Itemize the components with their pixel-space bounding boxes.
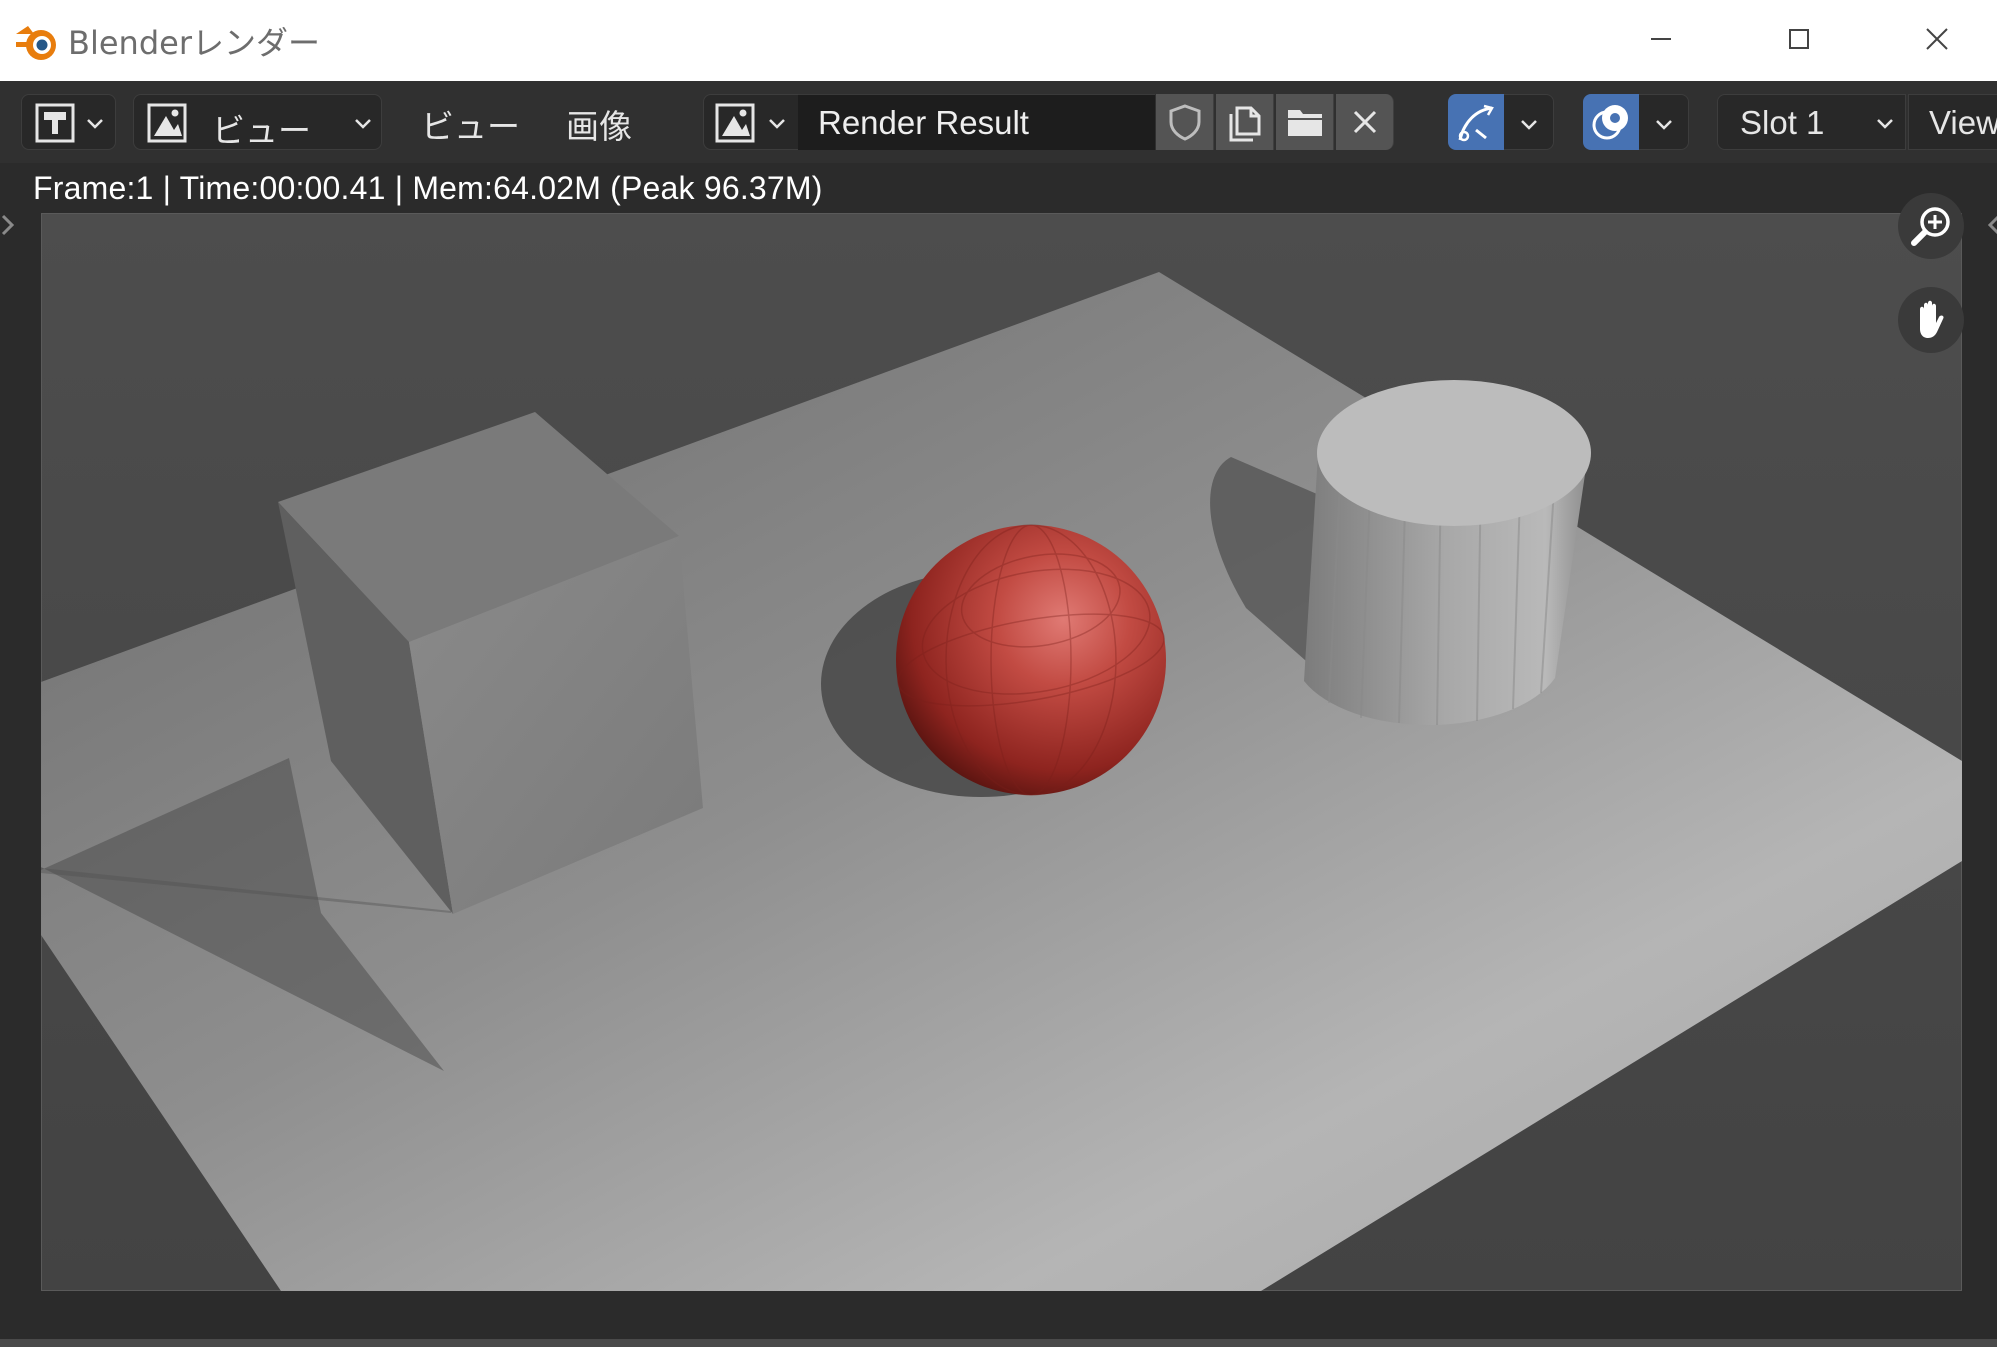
menu-view[interactable]: ビュー — [421, 100, 520, 148]
fake-user-button[interactable] — [1156, 94, 1214, 150]
overlay-options-dropdown[interactable] — [1639, 94, 1689, 150]
minimize-button[interactable] — [1634, 14, 1688, 64]
hand-pan-icon — [1920, 300, 1944, 338]
image-name-field[interactable]: Render Result — [798, 94, 1155, 150]
image-browse-icon — [715, 103, 755, 143]
unlink-image-button[interactable] — [1336, 94, 1394, 150]
chevron-down-icon — [1656, 120, 1672, 130]
render-result-image — [41, 213, 1962, 1291]
slot-dropdown[interactable]: Slot 1 — [1717, 94, 1906, 150]
maximize-button[interactable] — [1772, 14, 1826, 64]
view-mode-dropdown[interactable]: ビュー — [133, 94, 382, 150]
zoom-in-button[interactable] — [1898, 193, 1964, 259]
chevron-down-icon — [769, 119, 785, 129]
bottom-status-strip — [0, 1339, 1997, 1347]
new-image-button[interactable] — [1216, 94, 1274, 150]
window-title: Blenderレンダー — [68, 24, 320, 62]
editor-type-selector[interactable] — [21, 94, 116, 150]
gizmo-toggle[interactable] — [1448, 94, 1504, 150]
minimize-icon — [1651, 38, 1671, 40]
gizmo-options-dropdown[interactable] — [1504, 94, 1554, 150]
unlink-close-icon — [1353, 110, 1377, 134]
open-image-button[interactable] — [1276, 94, 1334, 150]
overlay-icon — [1592, 105, 1628, 140]
chevron-down-icon — [87, 119, 103, 129]
view-layer-label: View — [1929, 104, 1997, 141]
pan-view-button[interactable] — [1898, 287, 1964, 353]
gizmo-icon — [1458, 104, 1494, 142]
render-info-text: Frame:1 | Time:00:00.41 | Mem:64.02M (Pe… — [33, 170, 823, 206]
image-browse-button[interactable] — [703, 94, 799, 150]
image-editor-header: ビュー ビュー 画像 Render Result Slot 1 View — [0, 81, 1997, 163]
image-name: Render Result — [818, 104, 1029, 141]
close-icon — [1926, 28, 1948, 50]
close-window-button[interactable] — [1910, 14, 1964, 64]
red-sphere — [896, 525, 1166, 795]
toolbar-expand-arrow-icon[interactable] — [0, 208, 20, 242]
menu-image[interactable]: 画像 — [566, 100, 632, 148]
chevron-down-icon — [1521, 120, 1537, 130]
overlay-toggle[interactable] — [1583, 94, 1639, 150]
fake-user-shield-icon — [1169, 104, 1201, 141]
zoom-in-icon — [1911, 207, 1950, 246]
chevron-down-icon — [355, 119, 371, 129]
open-image-icon — [1288, 110, 1322, 136]
slot-label: Slot 1 — [1740, 104, 1825, 141]
image-icon — [147, 103, 187, 143]
cylinder-top — [1317, 380, 1591, 526]
window-titlebar: Blenderレンダー — [0, 0, 1997, 81]
chevron-down-icon — [1877, 119, 1893, 129]
image-editor-icon — [35, 103, 75, 143]
view-mode-label: ビュー — [212, 111, 311, 150]
view-layer-dropdown[interactable]: View — [1908, 94, 1997, 150]
new-image-icon — [1229, 106, 1261, 142]
maximize-icon — [1789, 29, 1809, 49]
sidebar-expand-arrow-icon[interactable] — [1983, 208, 1997, 242]
blender-logo-icon — [16, 26, 56, 60]
